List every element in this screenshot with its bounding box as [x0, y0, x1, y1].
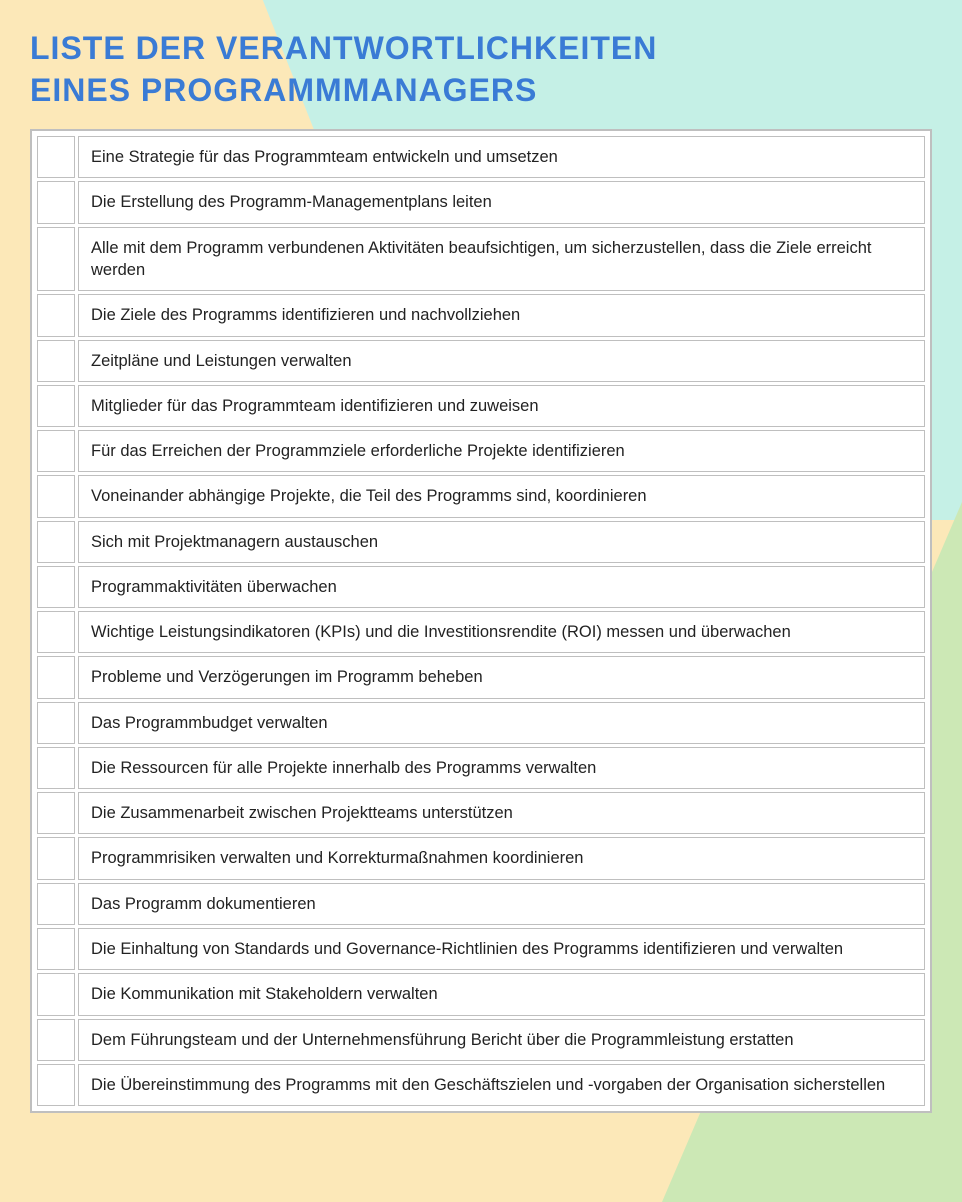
checkbox-cell[interactable] [37, 340, 75, 382]
table-row: Die Ziele des Programms identifizieren u… [37, 294, 925, 336]
table-row: Programmrisiken verwalten und Korrekturm… [37, 837, 925, 879]
checkbox-cell[interactable] [37, 883, 75, 925]
responsibility-text: Voneinander abhängige Projekte, die Teil… [78, 475, 925, 517]
responsibility-text: Die Zusammenarbeit zwischen Projektteams… [78, 792, 925, 834]
checkbox-cell[interactable] [37, 521, 75, 563]
responsibility-text: Wichtige Leistungsindikatoren (KPIs) und… [78, 611, 925, 653]
checkbox-cell[interactable] [37, 430, 75, 472]
table-row: Die Kommunikation mit Stakeholdern verwa… [37, 973, 925, 1015]
responsibility-text: Die Ziele des Programms identifizieren u… [78, 294, 925, 336]
responsibility-text: Eine Strategie für das Programmteam entw… [78, 136, 925, 178]
responsibility-text: Die Einhaltung von Standards und Governa… [78, 928, 925, 970]
responsibility-text: Für das Erreichen der Programmziele erfo… [78, 430, 925, 472]
checkbox-cell[interactable] [37, 611, 75, 653]
checkbox-cell[interactable] [37, 294, 75, 336]
checkbox-cell[interactable] [37, 928, 75, 970]
checkbox-cell[interactable] [37, 837, 75, 879]
table-row: Voneinander abhängige Projekte, die Teil… [37, 475, 925, 517]
checkbox-cell[interactable] [37, 227, 75, 292]
responsibility-text: Die Übereinstimmung des Programms mit de… [78, 1064, 925, 1106]
checkbox-cell[interactable] [37, 973, 75, 1015]
table-row: Dem Führungsteam und der Unternehmensfüh… [37, 1019, 925, 1061]
table-row: Mitglieder für das Programmteam identifi… [37, 385, 925, 427]
table-row: Programmaktivitäten überwachen [37, 566, 925, 608]
checkbox-cell[interactable] [37, 475, 75, 517]
table-row: Alle mit dem Programm verbundenen Aktivi… [37, 227, 925, 292]
title-line1: LISTE DER VERANTWORTLICHKEITEN [30, 30, 657, 66]
responsibility-text: Dem Führungsteam und der Unternehmensfüh… [78, 1019, 925, 1061]
checkbox-cell[interactable] [37, 181, 75, 223]
table-row: Sich mit Projektmanagern austauschen [37, 521, 925, 563]
responsibility-text: Das Programm dokumentieren [78, 883, 925, 925]
checkbox-cell[interactable] [37, 747, 75, 789]
checkbox-cell[interactable] [37, 1064, 75, 1106]
checkbox-cell[interactable] [37, 792, 75, 834]
checkbox-cell[interactable] [37, 656, 75, 698]
responsibility-text: Zeitpläne und Leistungen verwalten [78, 340, 925, 382]
table-row: Das Programmbudget verwalten [37, 702, 925, 744]
checkbox-cell[interactable] [37, 1019, 75, 1061]
table-row: Die Übereinstimmung des Programms mit de… [37, 1064, 925, 1106]
table-row: Eine Strategie für das Programmteam entw… [37, 136, 925, 178]
table-row: Für das Erreichen der Programmziele erfo… [37, 430, 925, 472]
responsibility-text: Programmrisiken verwalten und Korrekturm… [78, 837, 925, 879]
responsibility-text: Alle mit dem Programm verbundenen Aktivi… [78, 227, 925, 292]
responsibilities-table: Eine Strategie für das Programmteam entw… [30, 129, 932, 1113]
responsibility-text: Sich mit Projektmanagern austauschen [78, 521, 925, 563]
table-row: Das Programm dokumentieren [37, 883, 925, 925]
table-row: Zeitpläne und Leistungen verwalten [37, 340, 925, 382]
table-row: Die Ressourcen für alle Projekte innerha… [37, 747, 925, 789]
responsibility-text: Die Ressourcen für alle Projekte innerha… [78, 747, 925, 789]
table-row: Die Zusammenarbeit zwischen Projektteams… [37, 792, 925, 834]
table-row: Die Einhaltung von Standards und Governa… [37, 928, 925, 970]
title-line2: EINES PROGRAMMMANAGERS [30, 72, 537, 108]
responsibility-text: Mitglieder für das Programmteam identifi… [78, 385, 925, 427]
table-row: Die Erstellung des Programm-Managementpl… [37, 181, 925, 223]
page-title: LISTE DER VERANTWORTLICHKEITEN EINES PRO… [30, 28, 932, 111]
checkbox-cell[interactable] [37, 702, 75, 744]
table-row: Wichtige Leistungsindikatoren (KPIs) und… [37, 611, 925, 653]
checkbox-cell[interactable] [37, 385, 75, 427]
responsibility-text: Das Programmbudget verwalten [78, 702, 925, 744]
checkbox-cell[interactable] [37, 566, 75, 608]
responsibility-text: Probleme und Verzögerungen im Programm b… [78, 656, 925, 698]
responsibility-text: Die Kommunikation mit Stakeholdern verwa… [78, 973, 925, 1015]
responsibility-text: Die Erstellung des Programm-Managementpl… [78, 181, 925, 223]
responsibility-text: Programmaktivitäten überwachen [78, 566, 925, 608]
table-row: Probleme und Verzögerungen im Programm b… [37, 656, 925, 698]
checkbox-cell[interactable] [37, 136, 75, 178]
